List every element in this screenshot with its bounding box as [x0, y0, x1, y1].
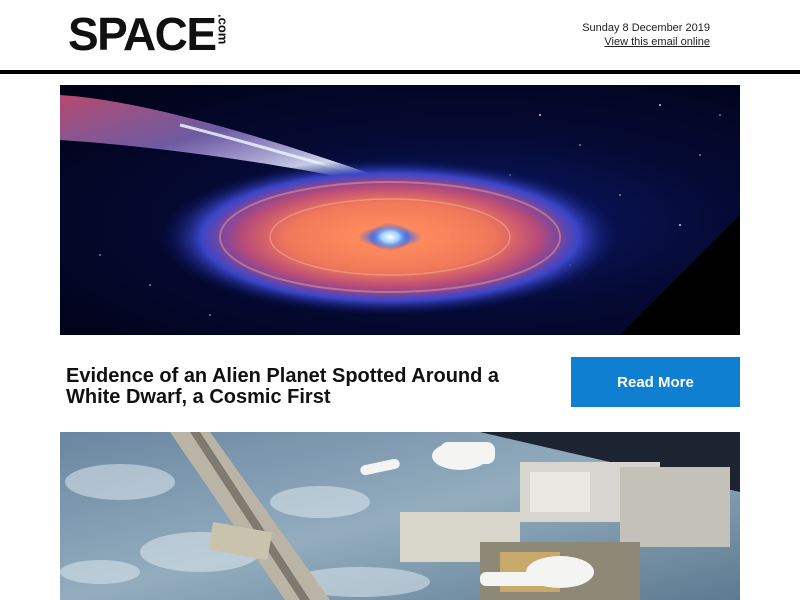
logo-domain: .com: [215, 14, 231, 45]
email-date: Sunday 8 December 2019: [582, 22, 710, 34]
read-more-button[interactable]: Read More: [571, 357, 740, 407]
comet-disk-illustration: [60, 95, 740, 335]
iss-spacewalk-photo: [60, 432, 740, 600]
space-com-logo[interactable]: SPACE .com: [68, 8, 231, 60]
header-divider: [0, 70, 800, 74]
hero-image-spacewalk[interactable]: [60, 432, 740, 600]
view-online-link[interactable]: View this email online: [604, 36, 710, 48]
article-title[interactable]: Evidence of an Alien Planet Spotted Arou…: [66, 366, 546, 408]
logo-wordmark: SPACE: [68, 8, 217, 60]
email-header: SPACE .com Sunday 8 December 2019 View t…: [0, 0, 800, 70]
email-page: SPACE .com Sunday 8 December 2019 View t…: [0, 0, 800, 600]
hero-image-white-dwarf[interactable]: [60, 85, 740, 335]
